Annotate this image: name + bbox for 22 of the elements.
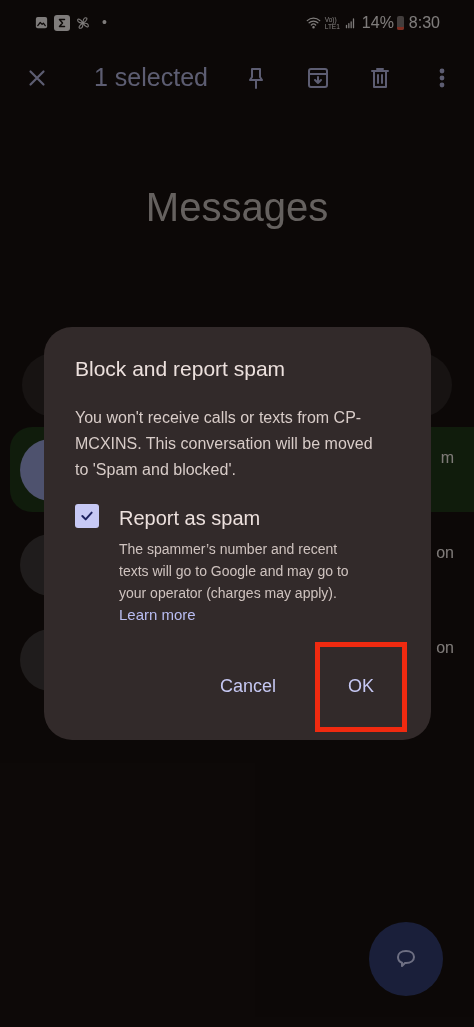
dialog-button[interactable]: Cancel bbox=[186, 641, 309, 732]
gallery-icon bbox=[34, 15, 49, 30]
message-snippet: on bbox=[436, 542, 454, 563]
checkbox-description: The spammer’s number and recent texts will go to Google and may go to your operator (charges may apply). bbox=[119, 539, 350, 603]
app-title: Messages bbox=[145, 184, 329, 231]
message-snippet: m bbox=[440, 447, 454, 468]
delete-icon[interactable] bbox=[368, 65, 392, 91]
checkbox-label: Report as spam bbox=[119, 505, 262, 531]
clock: 8:30 bbox=[408, 12, 440, 33]
battery-icon bbox=[396, 15, 404, 30]
notification-dot: • bbox=[102, 13, 107, 32]
pinwheel-icon bbox=[75, 14, 91, 31]
learn-more-link[interactable]: Learn more bbox=[119, 603, 196, 626]
dialog-message: You won't receive calls or texts from CP-MCXINS. This conversation will be moved to 'Spam and blocked'. bbox=[75, 407, 374, 480]
dialog-title: Block and report spam bbox=[75, 356, 287, 382]
report-checkbox[interactable] bbox=[75, 503, 99, 528]
battery-percent: 14% bbox=[361, 12, 394, 33]
selection-count: 1 selected bbox=[94, 62, 209, 94]
message-snippet: on bbox=[436, 637, 454, 658]
dialog-button[interactable]: OK bbox=[315, 641, 407, 732]
archive-icon[interactable] bbox=[306, 66, 330, 90]
wifi-icon bbox=[304, 15, 322, 30]
